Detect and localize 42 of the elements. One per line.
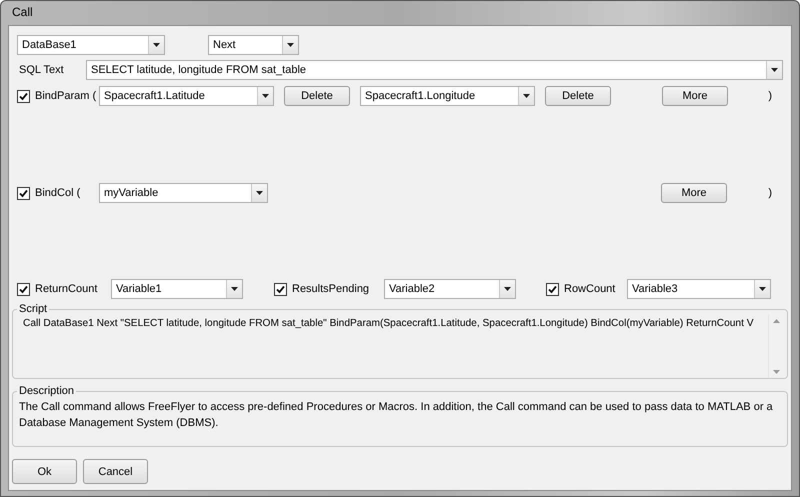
dropdown-field[interactable]: Next [208,35,299,55]
script-text: Call DataBase1 Next "SELECT latitude, longitude FROM sat_table" BindParam(Spacecraft1.Latitude, Spacecraft1.Longitude) BindCol(myVariable) ReturnCount V [22,317,755,331]
cancel-button[interactable]: Cancel [83,459,148,484]
checkbox-label: RowCount [564,283,616,295]
dropdown-field[interactable]: Variable1 [111,279,243,299]
window-title: Call [11,4,34,21]
caret-icon [504,287,511,291]
dropdown-field[interactable]: myVariable [99,183,268,203]
dropdown-field[interactable]: Variable3 [627,279,771,299]
dropdown-field[interactable]: DataBase1 [17,35,165,55]
checkbox-label: ReturnCount [35,283,98,295]
caret-icon [256,191,263,195]
caret-icon [523,94,530,98]
checkbox-label: BindParam ( [35,90,96,102]
more-button[interactable]: More [662,86,728,106]
field-label: SQL Text [19,64,65,76]
more-button[interactable]: More [661,183,727,203]
dropdown-field[interactable]: Variable2 [384,279,516,299]
caret-icon [231,287,238,291]
checkbox[interactable] [17,90,30,102]
group-title: Description [18,385,76,397]
caret-icon [771,68,778,72]
checkbox-label: BindCol ( [35,187,80,199]
description-text: The Call command allows FreeFlyer to access pre-defined Procedures or Macros. In addition, the Call command can be used to pass data to MATLAB or a Database Management System (DBMS). [19,400,774,431]
delete-button[interactable]: Delete [545,86,611,106]
ok-button[interactable]: Ok [12,459,77,484]
closing-parenthesis: ) [768,187,772,199]
checkbox[interactable] [546,282,559,296]
group-title: Script [18,303,48,315]
dropdown-field[interactable]: Spacecraft1.Latitude [99,86,274,106]
dropdown-field[interactable]: SELECT latitude, longitude FROM sat_table [86,60,783,80]
dropdown-field[interactable]: Spacecraft1.Longitude [360,86,535,106]
caret-icon [759,287,766,291]
closing-parenthesis: ) [768,90,772,102]
caret-icon [262,94,269,98]
checkbox[interactable] [17,186,30,200]
caret-icon [287,43,294,47]
checkbox[interactable] [17,282,30,296]
delete-button[interactable]: Delete [284,86,350,106]
checkbox[interactable] [274,282,287,296]
checkbox-label: ResultsPending [292,283,370,295]
caret-icon [153,43,160,47]
